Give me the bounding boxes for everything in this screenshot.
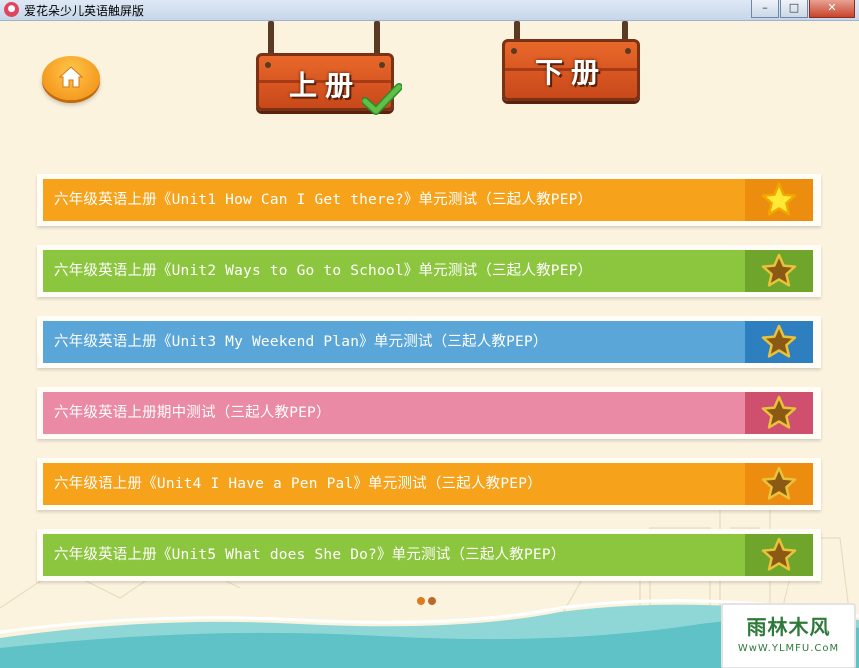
test-row[interactable]: 六年级英语上册《Unit5 What does She Do?》单元测试（三起人…	[37, 529, 821, 581]
test-title: 六年级英语上册《Unit2 Ways to Go to School》单元测试（…	[54, 263, 593, 279]
watermark-sub-text: WwW.YLMFU.CoM	[737, 643, 840, 654]
watermark-main-text: 雨林木风	[746, 615, 831, 639]
test-row-bar: 六年级英语上册《Unit1 How Can I Get there?》单元测试（…	[43, 179, 813, 221]
home-icon	[58, 66, 84, 88]
minimize-button[interactable]: –	[751, 0, 779, 18]
test-row[interactable]: 六年级英语上册《Unit1 How Can I Get there?》单元测试（…	[37, 174, 821, 226]
favorite-star-button[interactable]	[745, 179, 813, 221]
favorite-star-button[interactable]	[745, 321, 813, 363]
test-row-bar: 六年级英语上册期中测试（三起人教PEP）	[43, 392, 813, 434]
favorite-star-button[interactable]	[745, 392, 813, 434]
window-controls: – □ ✕	[750, 0, 855, 18]
test-title: 六年级语上册《Unit4 I Have a Pen Pal》单元测试（三起人教P…	[54, 476, 542, 492]
checkmark-icon	[362, 83, 402, 115]
test-row-bar: 六年级英语上册《Unit2 Ways to Go to School》单元测试（…	[43, 250, 813, 292]
main-content: 上册 下册 六年级英语上册《Unit1 How Can I Get there?…	[0, 21, 859, 668]
home-button[interactable]	[42, 56, 100, 100]
star-icon	[761, 537, 797, 571]
test-title: 六年级英语上册《Unit1 How Can I Get there?》单元测试（…	[54, 192, 593, 208]
window-titlebar: ● 爱花朵少儿英语触屏版 – □ ✕	[0, 0, 859, 21]
test-title: 六年级英语上册期中测试（三起人教PEP）	[54, 405, 331, 421]
test-row-bar: 六年级英语上册《Unit5 What does She Do?》单元测试（三起人…	[43, 534, 813, 576]
lower-book-label: 下册	[534, 56, 607, 89]
test-title: 六年级英语上册《Unit3 My Weekend Plan》单元测试（三起人教P…	[54, 334, 548, 350]
star-icon	[761, 182, 797, 216]
test-row-bar: 六年级语上册《Unit4 I Have a Pen Pal》单元测试（三起人教P…	[43, 463, 813, 505]
star-icon	[761, 324, 797, 358]
maximize-button[interactable]: □	[780, 0, 808, 18]
lower-book-tab[interactable]: 下册	[502, 21, 642, 111]
test-row[interactable]: 六年级英语上册《Unit3 My Weekend Plan》单元测试（三起人教P…	[37, 316, 821, 368]
test-row[interactable]: 六年级英语上册期中测试（三起人教PEP）	[37, 387, 821, 439]
test-row-bar: 六年级英语上册《Unit3 My Weekend Plan》单元测试（三起人教P…	[43, 321, 813, 363]
test-row[interactable]: 六年级语上册《Unit4 I Have a Pen Pal》单元测试（三起人教P…	[37, 458, 821, 510]
favorite-star-button[interactable]	[745, 534, 813, 576]
test-row[interactable]: 六年级英语上册《Unit2 Ways to Go to School》单元测试（…	[37, 245, 821, 297]
favorite-star-button[interactable]	[745, 250, 813, 292]
star-icon	[761, 253, 797, 287]
app-logo-icon: ●	[4, 2, 19, 17]
test-title: 六年级英语上册《Unit5 What does She Do?》单元测试（三起人…	[54, 547, 566, 563]
window-title: 爱花朵少儿英语触屏版	[24, 4, 145, 18]
star-icon	[761, 466, 797, 500]
watermark-logo: 雨林木风 WwW.YLMFU.CoM	[721, 603, 856, 668]
favorite-star-button[interactable]	[745, 463, 813, 505]
star-icon	[761, 395, 797, 429]
close-button[interactable]: ✕	[809, 0, 855, 18]
